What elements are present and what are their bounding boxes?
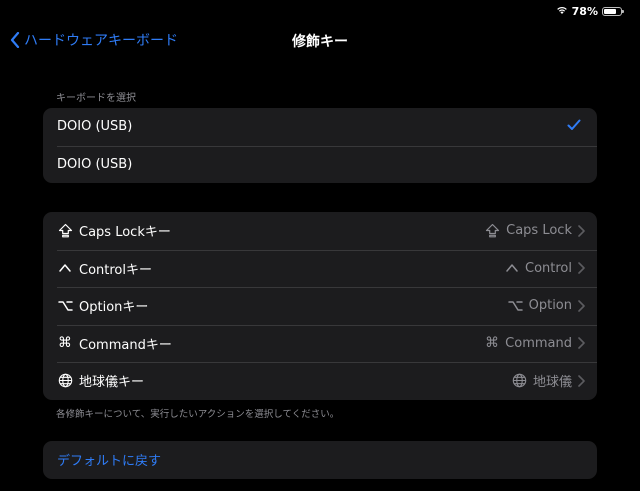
caps-lock-icon: [485, 223, 500, 238]
modifier-value: 地球儀: [512, 371, 585, 390]
keyboard-item[interactable]: DOIO (USB): [43, 145, 597, 184]
modifier-value: Caps Lock: [485, 223, 585, 238]
navigation-bar: ハードウェアキーボード 修飾キー: [0, 30, 640, 52]
modifier-label: Optionキー: [79, 300, 149, 316]
battery-level: [604, 8, 617, 14]
reset-defaults-label: デフォルトに戻す: [57, 454, 162, 470]
command-icon: ⌘: [485, 335, 500, 352]
status-bar: 78%: [556, 3, 624, 19]
keyboard-section-header: キーボードを選択: [56, 93, 136, 104]
modifier-row-control[interactable]: Controlキー Control: [43, 249, 597, 288]
modifier-row-globe[interactable]: 地球儀キー 地球儀: [43, 362, 597, 400]
modifier-value: Control: [505, 261, 585, 276]
control-icon: [57, 263, 73, 273]
modifier-value: Option: [507, 298, 585, 314]
modifier-label: Caps Lockキー: [79, 225, 171, 241]
chevron-right-icon: [578, 262, 585, 275]
keyboard-item-label: DOIO (USB): [57, 119, 133, 135]
modifier-label: Commandキー: [79, 337, 172, 353]
modifier-value-label: 地球儀: [532, 375, 572, 391]
battery-percent: 78%: [571, 4, 598, 18]
modifier-value-label: Control: [525, 260, 572, 276]
modifier-label: 地球儀キー: [79, 375, 145, 391]
modifier-value: ⌘ Command: [485, 335, 585, 351]
chevron-right-icon: [578, 337, 585, 350]
command-icon: ⌘: [58, 335, 72, 352]
modifier-value-label: Option: [528, 298, 572, 314]
modifier-key-list: Caps Lockキー Caps Lock Controlキー Control …: [43, 212, 597, 400]
modifier-footer-note: 各修飾キーについて、実行したいアクションを選択してください。: [56, 409, 340, 420]
battery-icon: [602, 6, 624, 16]
modifier-value-label: Caps Lock: [506, 223, 572, 239]
globe-icon: [512, 373, 527, 388]
globe-icon: [57, 373, 73, 388]
modifier-row-command[interactable]: ⌘ Commandキー ⌘ Command: [43, 324, 597, 363]
chevron-right-icon: [578, 374, 585, 387]
caps-lock-icon: [57, 223, 73, 238]
keyboard-item[interactable]: DOIO (USB): [43, 108, 597, 146]
keyboard-list: DOIO (USB) DOIO (USB): [43, 108, 597, 183]
modifier-label: Controlキー: [79, 262, 152, 278]
page-title: 修飾キー: [292, 34, 348, 50]
reset-defaults-button[interactable]: デフォルトに戻す: [43, 441, 597, 479]
modifier-row-option[interactable]: Optionキー Option: [43, 287, 597, 325]
control-icon: [505, 263, 519, 273]
reset-group: デフォルトに戻す: [43, 441, 597, 479]
option-icon: [507, 300, 523, 312]
modifier-value-label: Command: [505, 335, 572, 351]
modifier-row-caps-lock[interactable]: Caps Lockキー Caps Lock: [43, 212, 597, 250]
option-icon: [57, 300, 73, 312]
chevron-right-icon: [578, 224, 585, 237]
wifi-icon: [556, 5, 568, 18]
chevron-right-icon: [578, 299, 585, 312]
keyboard-item-label: DOIO (USB): [57, 156, 133, 172]
checkmark-icon: [567, 119, 581, 135]
